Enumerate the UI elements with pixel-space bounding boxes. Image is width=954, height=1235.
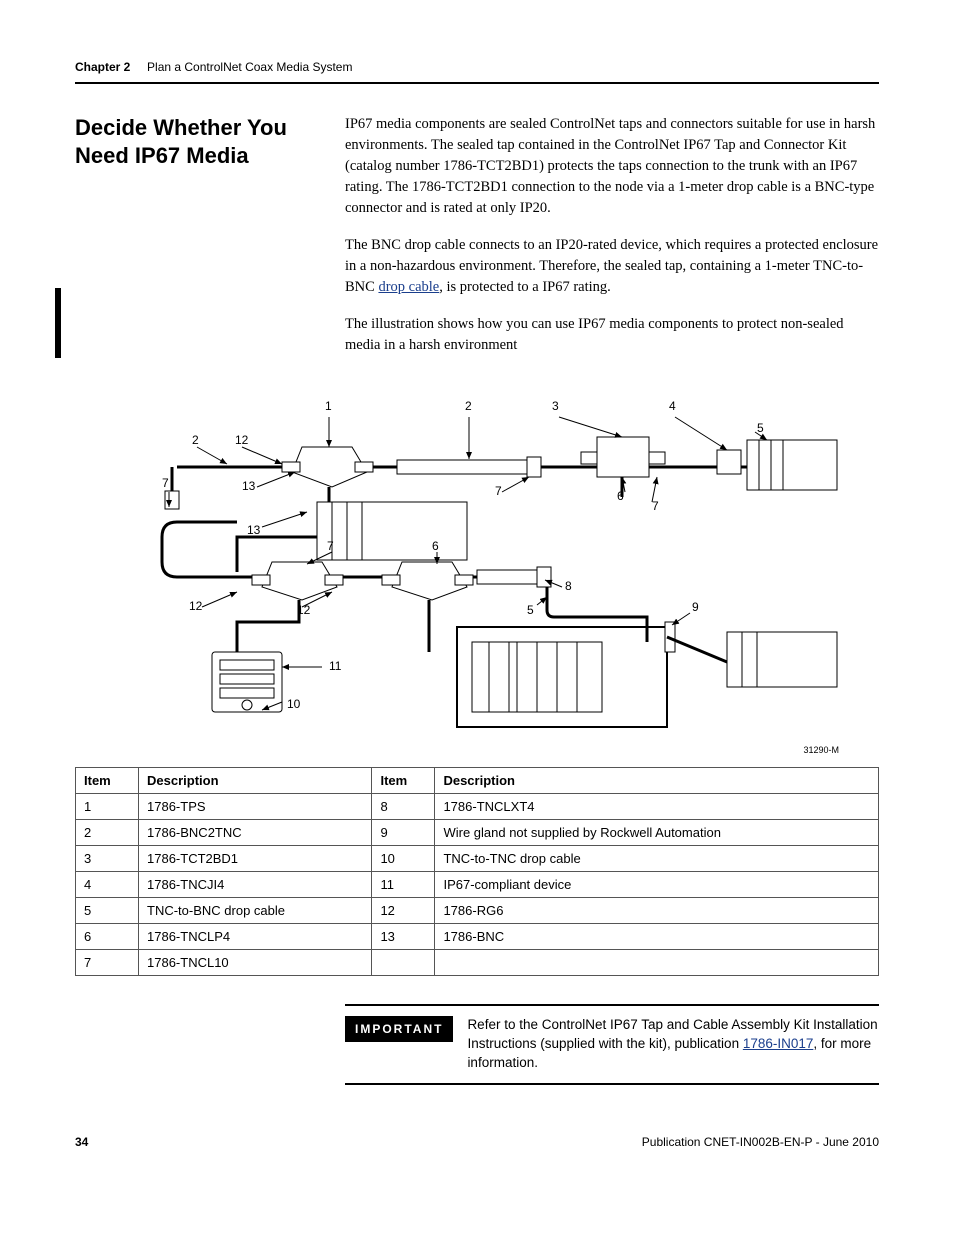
table-row: 5TNC-to-BNC drop cable121786-RG6 bbox=[76, 898, 879, 924]
callout-6a: 6 bbox=[617, 489, 624, 503]
table-row: 61786-TNCLP4131786-BNC bbox=[76, 924, 879, 950]
table-row: 41786-TNCJI411IP67-compliant device bbox=[76, 872, 879, 898]
callout-7b: 7 bbox=[495, 484, 502, 498]
callout-5b: 5 bbox=[527, 603, 534, 617]
callout-12b: 12 bbox=[189, 599, 203, 613]
chapter-title: Plan a ControlNet Coax Media System bbox=[147, 60, 352, 74]
callout-7d: 7 bbox=[327, 539, 334, 553]
callout-8: 8 bbox=[565, 579, 572, 593]
callout-10: 10 bbox=[287, 697, 301, 711]
diagram-svg: 1 2 3 4 5 2 7 12 13 13 7 6 7 7 6 8 12 12… bbox=[107, 392, 847, 737]
table-row: 21786-BNC2TNC9Wire gland not supplied by… bbox=[76, 820, 879, 846]
change-bar bbox=[55, 288, 61, 358]
callout-4: 4 bbox=[669, 399, 676, 413]
callout-2: 2 bbox=[465, 399, 472, 413]
drop-cable-link[interactable]: drop cable bbox=[378, 279, 439, 295]
callout-7a: 7 bbox=[162, 476, 169, 490]
callout-6b: 6 bbox=[432, 539, 439, 553]
callout-5a: 5 bbox=[757, 421, 764, 435]
callout-11: 11 bbox=[329, 659, 342, 673]
figure-code: 31290-M bbox=[75, 745, 839, 755]
header-rule bbox=[75, 82, 879, 84]
callout-13b: 13 bbox=[247, 523, 261, 537]
important-block: IMPORTANT Refer to the ControlNet IP67 T… bbox=[345, 1004, 879, 1085]
parts-table: Item Description Item Description 11786-… bbox=[75, 767, 879, 976]
callout-7c: 7 bbox=[652, 499, 659, 513]
table-row: 71786-TNCL10 bbox=[76, 950, 879, 976]
table-row: 11786-TPS81786-TNCLXT4 bbox=[76, 794, 879, 820]
paragraph-3: The illustration shows how you can use I… bbox=[345, 314, 879, 356]
paragraph-2: The BNC drop cable connects to an IP20-r… bbox=[345, 235, 879, 298]
th-desc-l: Description bbox=[139, 768, 372, 794]
th-item-l: Item bbox=[76, 768, 139, 794]
th-desc-r: Description bbox=[435, 768, 879, 794]
callout-9: 9 bbox=[692, 600, 699, 614]
paragraph-2b: , is protected to a IP67 rating. bbox=[439, 279, 611, 295]
chapter-number: Chapter 2 bbox=[75, 60, 130, 74]
important-tag: IMPORTANT bbox=[345, 1016, 453, 1042]
page-number: 34 bbox=[75, 1135, 88, 1149]
callout-12c: 12 bbox=[297, 603, 311, 617]
callout-1: 1 bbox=[325, 399, 332, 413]
publication-id: Publication CNET-IN002B-EN-P - June 2010 bbox=[642, 1135, 879, 1149]
callout-3: 3 bbox=[552, 399, 559, 413]
ip67-diagram: 1 2 3 4 5 2 7 12 13 13 7 6 7 7 6 8 12 12… bbox=[75, 392, 879, 737]
page-footer: 34 Publication CNET-IN002B-EN-P - June 2… bbox=[75, 1135, 879, 1149]
table-row: 31786-TCT2BD110TNC-to-TNC drop cable bbox=[76, 846, 879, 872]
callout-2b: 2 bbox=[192, 433, 199, 447]
important-text: Refer to the ControlNet IP67 Tap and Cab… bbox=[467, 1016, 879, 1073]
important-link[interactable]: 1786-IN017 bbox=[743, 1036, 814, 1051]
paragraph-1: IP67 media components are sealed Control… bbox=[345, 114, 879, 219]
running-header: Chapter 2 Plan a ControlNet Coax Media S… bbox=[75, 60, 879, 74]
callout-12a: 12 bbox=[235, 433, 249, 447]
th-item-r: Item bbox=[372, 768, 435, 794]
callout-13a: 13 bbox=[242, 479, 256, 493]
section-heading: Decide Whether You Need IP67 Media bbox=[75, 114, 305, 169]
